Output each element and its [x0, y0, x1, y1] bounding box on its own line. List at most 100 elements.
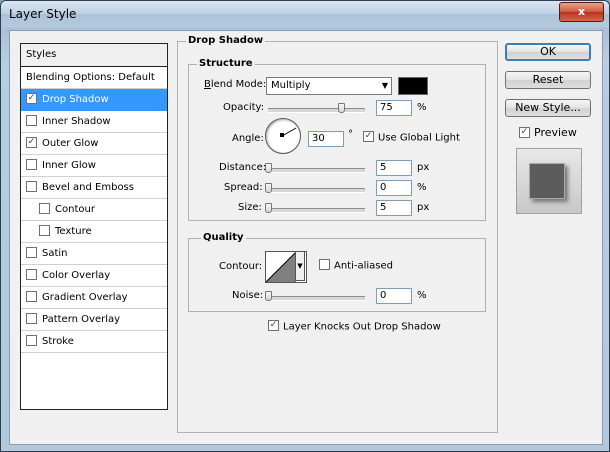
anti-aliased-check [319, 259, 330, 270]
use-global-light-checkbox[interactable]: ✓ Use Global Light [363, 131, 460, 144]
style-item-label: Drop Shadow [42, 94, 109, 105]
style-item[interactable]: Inner Glow [21, 155, 167, 177]
style-item[interactable]: Gradient Overlay [21, 287, 167, 309]
style-item-checkbox[interactable] [26, 246, 37, 258]
contour-dropdown-arrow[interactable]: ▼ [295, 251, 305, 281]
opacity-input[interactable]: 75 [376, 100, 412, 116]
size-unit: px [417, 202, 430, 213]
quality-title: Quality [201, 232, 246, 243]
style-item[interactable]: Contour [21, 199, 167, 221]
style-item-label: Inner Shadow [42, 116, 111, 127]
style-item-label: Pattern Overlay [42, 314, 121, 325]
anti-aliased-label: Anti-aliased [334, 260, 394, 272]
contour-label: Contour: [219, 261, 263, 272]
style-item-checkbox[interactable]: ✓ [26, 136, 37, 148]
use-global-light-check: ✓ [363, 131, 374, 142]
style-item[interactable]: Stroke [21, 331, 167, 353]
styles-items: Blending Options: Default ✓ Drop Shadow Inn… [21, 67, 167, 353]
title-bar[interactable]: Layer Style x [1, 1, 609, 27]
styles-list: Styles Blending Options: Default ✓ Drop Sh… [20, 43, 168, 410]
spread-slider-thumb[interactable] [265, 183, 272, 193]
layer-style-dialog: Layer Style x Styles Blending Options: D… [0, 0, 610, 452]
styles-header[interactable]: Styles [21, 44, 167, 67]
opacity-slider[interactable] [268, 108, 365, 113]
style-item-checkbox[interactable] [26, 312, 37, 324]
new-style-button[interactable]: New Style... [505, 99, 591, 117]
style-item[interactable]: Color Overlay [21, 265, 167, 287]
distance-slider-thumb[interactable] [265, 163, 272, 173]
style-preview [516, 148, 582, 214]
style-item[interactable]: Bevel and Emboss [21, 177, 167, 199]
noise-slider[interactable] [268, 296, 365, 301]
style-item-label: Outer Glow [42, 138, 99, 149]
spread-input[interactable]: 0 [376, 180, 412, 196]
style-item-checkbox[interactable] [26, 268, 37, 280]
style-item-checkbox[interactable]: ✓ [26, 92, 37, 104]
distance-slider[interactable] [268, 168, 365, 173]
dialog-client-area: Styles Blending Options: Default ✓ Drop Sh… [9, 30, 603, 445]
preview-square [529, 163, 565, 199]
style-item-checkbox[interactable] [26, 180, 37, 192]
blend-mode-label: Blend Mode: [204, 79, 267, 90]
window-title: Layer Style [9, 7, 77, 21]
style-item-label: Inner Glow [42, 160, 96, 171]
size-slider-thumb[interactable] [265, 203, 272, 213]
style-item[interactable]: Satin [21, 243, 167, 265]
noise-unit: % [417, 290, 427, 301]
size-input[interactable]: 5 [376, 200, 412, 216]
spread-label: Spread: [224, 182, 263, 193]
style-item-label: Contour [55, 204, 95, 215]
style-item[interactable]: Texture [21, 221, 167, 243]
structure-group: Structure Blend Mode: Multiply ▼ Opacity… [188, 58, 486, 221]
shadow-color-swatch[interactable] [398, 77, 428, 95]
drop-shadow-group: Drop Shadow Structure Blend Mode: Multip… [177, 35, 498, 433]
contour-curve-icon [266, 252, 296, 282]
style-item-label: Stroke [42, 336, 74, 347]
distance-label: Distance: [219, 162, 267, 173]
style-item-checkbox[interactable] [39, 224, 50, 236]
noise-slider-thumb[interactable] [265, 291, 272, 301]
close-button[interactable]: x [559, 2, 604, 22]
style-item[interactable]: Pattern Overlay [21, 309, 167, 331]
style-item-checkbox[interactable] [26, 290, 37, 302]
size-slider[interactable] [268, 208, 365, 213]
style-item-label: Blending Options: Default [26, 72, 155, 83]
style-item-checkbox[interactable] [26, 334, 37, 346]
opacity-unit: % [417, 102, 427, 113]
angle-hand [282, 127, 297, 136]
noise-label: Noise: [232, 290, 264, 301]
use-global-light-label: Use Global Light [378, 132, 460, 144]
reset-button[interactable]: Reset [505, 71, 591, 89]
anti-aliased-checkbox[interactable]: Anti-aliased [319, 259, 394, 272]
style-item[interactable]: Blending Options: Default [21, 67, 167, 89]
style-item[interactable]: Inner Shadow [21, 111, 167, 133]
layer-knocks-out-checkbox[interactable]: ✓ Layer Knocks Out Drop Shadow [268, 320, 441, 333]
ok-button[interactable]: OK [505, 43, 591, 61]
angle-input[interactable]: 30 [308, 131, 344, 147]
noise-input[interactable]: 0 [376, 288, 412, 304]
chevron-down-icon: ▼ [381, 81, 388, 90]
style-item-checkbox[interactable] [26, 158, 37, 170]
preview-checkbox[interactable]: ✓ Preview [519, 126, 577, 139]
preview-check: ✓ [519, 126, 530, 138]
style-item-checkbox[interactable] [26, 114, 37, 126]
angle-dial[interactable] [265, 118, 301, 154]
style-item-label: Texture [55, 226, 92, 237]
layer-knocks-out-label: Layer Knocks Out Drop Shadow [283, 321, 441, 333]
distance-input[interactable]: 5 [376, 160, 412, 176]
blend-mode-label-rest: lend Mode: [210, 79, 267, 90]
blend-mode-value: Multiply [271, 80, 311, 91]
preview-label: Preview [534, 126, 577, 139]
angle-center-dot [280, 133, 284, 137]
opacity-slider-thumb[interactable] [337, 103, 345, 113]
angle-unit: ° [348, 129, 353, 140]
spread-slider[interactable] [268, 188, 365, 193]
style-item[interactable]: ✓ Outer Glow [21, 133, 167, 155]
spread-unit: % [417, 182, 427, 193]
style-item-checkbox[interactable] [39, 202, 50, 214]
style-item[interactable]: ✓ Drop Shadow [21, 89, 167, 111]
opacity-label: Opacity: [223, 102, 265, 113]
blend-mode-select[interactable]: Multiply ▼ [266, 77, 392, 95]
angle-label: Angle: [232, 133, 264, 144]
drop-shadow-title: Drop Shadow [186, 35, 266, 46]
